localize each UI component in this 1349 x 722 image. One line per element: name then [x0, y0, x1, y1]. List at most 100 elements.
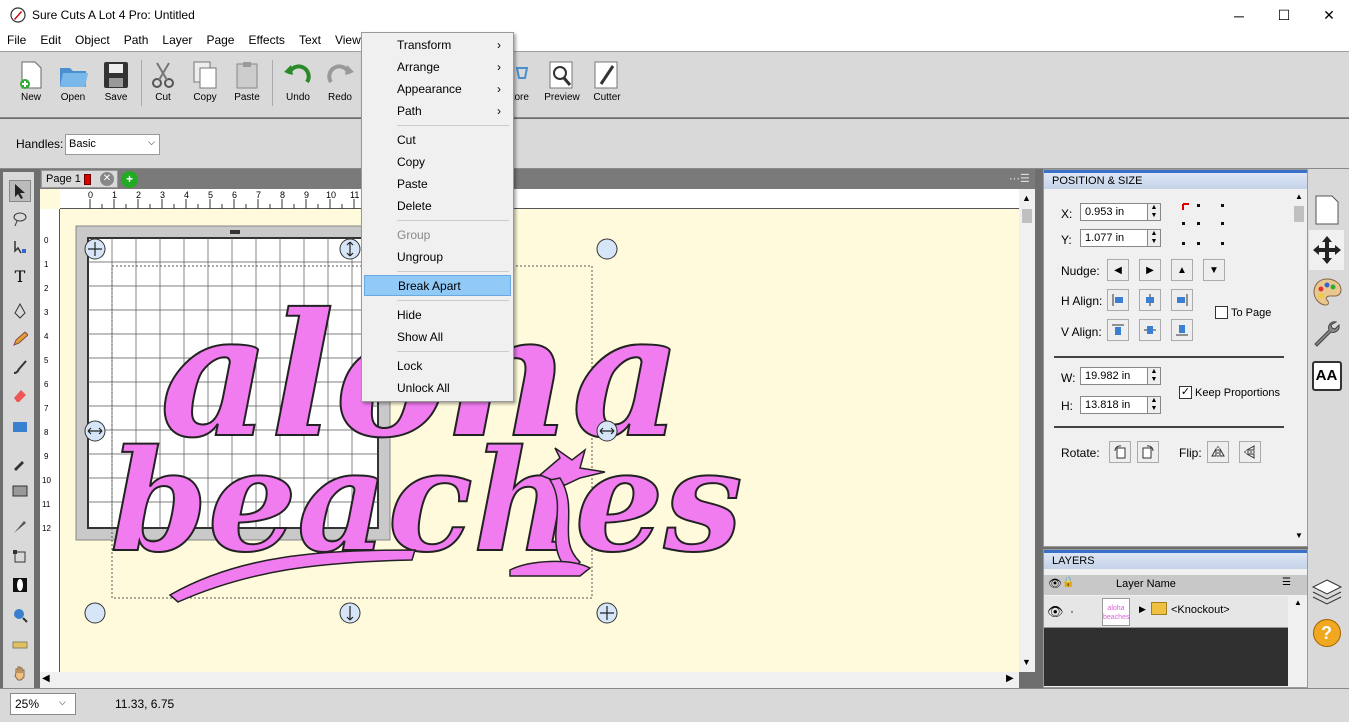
handles-select[interactable]: Basic ⌵ — [65, 134, 160, 155]
keep-proportions-checkbox[interactable]: ✓ — [1179, 386, 1192, 399]
reference-point-icon[interactable] — [1178, 200, 1230, 250]
text-style-icon[interactable]: AA — [1309, 356, 1344, 396]
gradient-tool-icon[interactable] — [9, 480, 31, 502]
node-edit-tool-icon[interactable] — [9, 236, 31, 258]
rotate-right-icon[interactable] — [1137, 441, 1159, 463]
align-middle-v-icon[interactable] — [1139, 319, 1161, 341]
horizontal-scrollbar[interactable]: ◀ ▶ — [40, 672, 1019, 688]
menu-item-lock[interactable]: Lock — [364, 356, 511, 377]
redo-button[interactable]: Redo — [318, 60, 362, 116]
eraser-tool-icon[interactable] — [9, 384, 31, 406]
layers-menu-icon[interactable]: ☰ — [1282, 577, 1291, 588]
height-spinner[interactable]: ▲ ▼ — [1147, 396, 1161, 414]
scroll-left-icon[interactable]: ◀ — [42, 673, 50, 684]
document-panel-icon[interactable] — [1309, 190, 1344, 230]
menu-item-ungroup[interactable]: Ungroup — [364, 247, 511, 268]
menu-item-delete[interactable]: Delete — [364, 196, 511, 217]
nudge-right-icon[interactable]: ▶ — [1139, 259, 1161, 281]
paste-button[interactable]: Paste — [225, 60, 269, 116]
transform-tool-icon[interactable] — [9, 546, 31, 568]
menu-item-group[interactable]: Group — [364, 225, 511, 246]
text-tool-icon[interactable]: T — [9, 265, 31, 287]
flip-vertical-icon[interactable] — [1239, 441, 1261, 463]
design-artwork[interactable]: aloha beaches — [60, 210, 1019, 672]
page-tab[interactable]: Page 1 ✕ — [41, 170, 118, 188]
align-top-icon[interactable] — [1107, 319, 1129, 341]
close-tab-icon[interactable]: ✕ — [100, 172, 114, 186]
expand-arrow-icon[interactable]: ▶ — [1139, 604, 1146, 615]
wrench-settings-icon[interactable] — [1309, 314, 1344, 354]
width-input[interactable]: 19.982 in — [1080, 367, 1148, 385]
help-icon[interactable]: ? — [1309, 613, 1344, 653]
scroll-up-icon[interactable]: ▲ — [1022, 193, 1031, 203]
move-arrows-icon[interactable] — [1309, 230, 1344, 270]
layers-scrollbar[interactable]: ▲ — [1290, 596, 1306, 686]
zoom-tool-icon[interactable] — [9, 604, 31, 626]
scroll-up-icon[interactable]: ▲ — [1294, 598, 1302, 607]
save-button[interactable]: Save — [94, 60, 138, 116]
tabs-menu-icon[interactable]: ⋯☰ — [1009, 172, 1030, 185]
to-page-checkbox[interactable] — [1215, 306, 1228, 319]
select-tool-icon[interactable] — [9, 180, 31, 202]
y-spinner[interactable]: ▲ ▼ — [1147, 229, 1161, 247]
pencil-tool-icon[interactable] — [9, 328, 31, 350]
lasso-tool-icon[interactable] — [9, 208, 31, 230]
menu-item-cut[interactable]: Cut — [364, 130, 511, 151]
scroll-thumb[interactable] — [1022, 209, 1032, 223]
preview-button[interactable]: Preview — [540, 60, 584, 116]
new-button[interactable]: New — [9, 60, 53, 116]
scroll-down-icon[interactable]: ▼ — [1295, 531, 1303, 540]
zoom-select[interactable]: 25% ⌵ — [10, 693, 76, 715]
align-bottom-icon[interactable] — [1171, 319, 1193, 341]
menu-item-unlock-all[interactable]: Unlock All — [364, 378, 511, 399]
knife-tool-icon[interactable] — [9, 516, 31, 538]
layer-visibility-eye-icon[interactable]: 👁 — [1047, 604, 1064, 620]
ruler-tool-icon[interactable] — [9, 634, 31, 656]
color-palette-icon[interactable] — [1309, 272, 1344, 312]
rectangle-tool-icon[interactable] — [9, 416, 31, 438]
pen-tool-icon[interactable] — [9, 300, 31, 322]
menu-item-arrange[interactable]: Arrange › — [364, 57, 511, 78]
scroll-up-icon[interactable]: ▲ — [1295, 192, 1303, 201]
menu-path[interactable]: Path — [117, 31, 156, 51]
menu-item-copy[interactable]: Copy — [364, 152, 511, 173]
menu-object[interactable]: Object — [68, 31, 117, 51]
menu-page[interactable]: Page — [199, 31, 241, 51]
close-button[interactable]: ✕ — [1306, 0, 1349, 31]
menu-effects[interactable]: Effects — [241, 31, 291, 51]
menu-edit[interactable]: Edit — [33, 31, 68, 51]
brush-tool-icon[interactable] — [9, 356, 31, 378]
hand-tool-icon[interactable] — [9, 662, 31, 684]
menu-item-hide[interactable]: Hide — [364, 305, 511, 326]
menu-item-appearance[interactable]: Appearance › — [364, 79, 511, 100]
open-button[interactable]: Open — [51, 60, 95, 116]
x-input[interactable]: 0.953 in — [1080, 203, 1148, 221]
y-input[interactable]: 1.077 in — [1080, 229, 1148, 247]
copy-button[interactable]: Copy — [183, 60, 227, 116]
menu-item-transform[interactable]: Transform › — [364, 35, 511, 56]
width-spinner[interactable]: ▲ ▼ — [1147, 367, 1161, 385]
vertical-scrollbar[interactable]: ▲ ▼ — [1019, 189, 1035, 672]
menu-item-path[interactable]: Path › — [364, 101, 511, 122]
undo-button[interactable]: Undo — [276, 60, 320, 116]
scroll-down-icon[interactable]: ▼ — [1022, 657, 1031, 667]
minimize-button[interactable]: ─ — [1216, 0, 1262, 31]
menu-file[interactable]: File — [0, 31, 33, 51]
rotate-left-icon[interactable] — [1109, 441, 1131, 463]
scroll-thumb[interactable] — [1294, 206, 1304, 222]
layers-stack-icon[interactable] — [1309, 572, 1344, 612]
menu-text[interactable]: Text — [292, 31, 328, 51]
align-right-icon[interactable] — [1171, 289, 1193, 311]
nudge-up-icon[interactable]: ▲ — [1171, 259, 1193, 281]
maximize-button[interactable]: ☐ — [1261, 0, 1307, 31]
menu-item-break-apart[interactable]: Break Apart — [364, 275, 511, 296]
menu-item-show-all[interactable]: Show All — [364, 327, 511, 348]
cutter-button[interactable]: Cutter — [585, 60, 629, 116]
distort-tool-icon[interactable] — [9, 574, 31, 596]
layer-row[interactable]: 👁 · aloha beaches ▶ <Knockout> — [1044, 596, 1288, 628]
add-page-icon[interactable]: + — [121, 171, 138, 188]
nudge-left-icon[interactable]: ◀ — [1107, 259, 1129, 281]
panel-scrollbar[interactable]: ▲ ▼ — [1292, 190, 1306, 544]
nudge-down-icon[interactable]: ▼ — [1203, 259, 1225, 281]
align-center-h-icon[interactable] — [1139, 289, 1161, 311]
